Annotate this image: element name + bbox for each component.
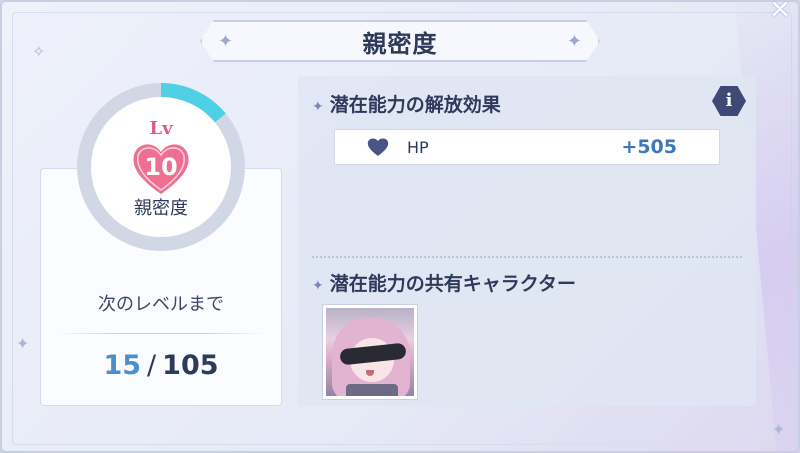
star-bullet-icon: ✦ [312, 278, 324, 294]
sparkle-icon: ✦ [218, 31, 234, 52]
page-title: 親密度 [362, 29, 438, 58]
level-value: 10 [144, 153, 178, 181]
divider [56, 333, 266, 334]
close-icon: × [769, 0, 791, 24]
stat-value: +505 [621, 136, 677, 158]
progress-separator: / [147, 350, 157, 381]
next-level-label: 次のレベルまで [98, 294, 224, 315]
corner-sparkle-icon: ✦ [772, 420, 786, 439]
corner-sparkle-icon: ✦ [16, 334, 30, 353]
stat-row: HP +505 [334, 129, 720, 165]
stat-name: HP [407, 138, 429, 157]
potential-effect-title: 潜在能力の解放効果 [329, 94, 501, 116]
progress-current: 15 [103, 350, 142, 381]
potential-effect-heading: ✦ 潜在能力の解放効果 [312, 90, 501, 117]
level-prefix: Lv [149, 118, 173, 139]
shared-characters-title: 潜在能力の共有キャラクター [329, 273, 576, 295]
progress-required: 105 [162, 350, 219, 381]
title-banner: ✦ 親密度 ✦ [200, 20, 600, 62]
close-button[interactable]: × [766, 0, 794, 22]
shared-characters-heading: ✦ 潜在能力の共有キャラクター [312, 269, 576, 296]
info-icon: i [725, 90, 733, 111]
level-progress-text: 15/105 [40, 350, 282, 381]
level-ring: Lv 10 親密度 [76, 82, 246, 252]
character-portrait-art [326, 308, 414, 396]
character-portrait[interactable] [322, 304, 418, 400]
star-bullet-icon: ✦ [312, 99, 324, 115]
level-label: 親密度 [134, 198, 188, 219]
sparkle-icon: ✦ [566, 31, 582, 52]
corner-sparkle-icon: ✧ [32, 42, 46, 61]
section-divider [312, 256, 742, 258]
heart-icon [367, 138, 389, 156]
